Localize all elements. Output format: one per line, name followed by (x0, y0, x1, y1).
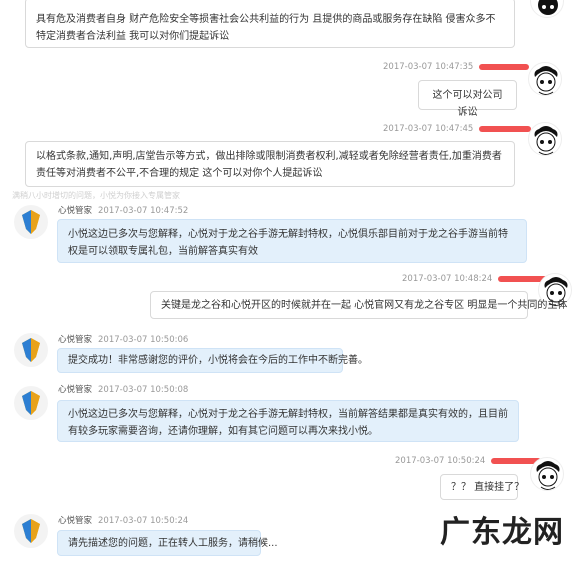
message-time: 2017-03-07 10:47:35 (383, 62, 530, 72)
watermark-logo: 广东龙网 (440, 515, 564, 550)
message-bubble: 提交成功！非常感谢您的评价，小悦将会在今后的工作中不断完善。 (57, 348, 368, 373)
message-bubble: 关键是龙之谷和心悦开区的时候就并在一起 心悦官网又有龙之谷专区 明显是一个共同的… (150, 291, 567, 319)
agent-avatar (14, 333, 48, 367)
user-avatar (528, 62, 562, 96)
agent-avatar (14, 514, 48, 548)
overlapped-text: 满稍八小时增切的问题，小悦为你接入专属管家 (12, 191, 180, 200)
message-time: 2017-03-07 10:48:24 (402, 274, 551, 284)
message-meta: 心悦管家 2017-03-07 10:47:52 (58, 206, 189, 216)
message-bubble: ？？ 直接挂了？ (440, 474, 524, 500)
user-avatar (530, 0, 564, 18)
message-bubble: 小悦这边已多次与您解释，心悦对于龙之谷手游无解封特权，当前解答结果都是真实有效的… (57, 400, 519, 442)
message-meta: 心悦管家 2017-03-07 10:50:08 (58, 385, 189, 395)
user-avatar (528, 122, 562, 156)
message-meta: 心悦管家 2017-03-07 10:50:24 (58, 516, 189, 526)
message-bubble: 具有危及消费者自身 财产危险安全等损害社会公共利益的行为 且提供的商品或服务存在… (25, 0, 515, 48)
user-avatar (530, 457, 564, 491)
message-meta: 心悦管家 2017-03-07 10:50:06 (58, 335, 189, 345)
message-time: 2017-03-07 10:50:24 (395, 456, 542, 466)
message-bubble: 以格式条款,通知,声明,店堂告示等方式，做出排除或限制消费者权利,减轻或者免除经… (25, 141, 515, 187)
message-time: 2017-03-07 10:47:45 (383, 124, 532, 134)
message-bubble: 小悦这边已多次与您解释，心悦对于龙之谷手游无解封特权，心悦俱乐部目前对于龙之谷手… (57, 219, 527, 263)
message-bubble: 这个可以对公司诉讼 (418, 80, 517, 118)
agent-avatar (14, 205, 48, 239)
message-bubble: 请先描述您的问题，正在转人工服务，请稍候... (57, 530, 278, 556)
agent-avatar (14, 386, 48, 420)
